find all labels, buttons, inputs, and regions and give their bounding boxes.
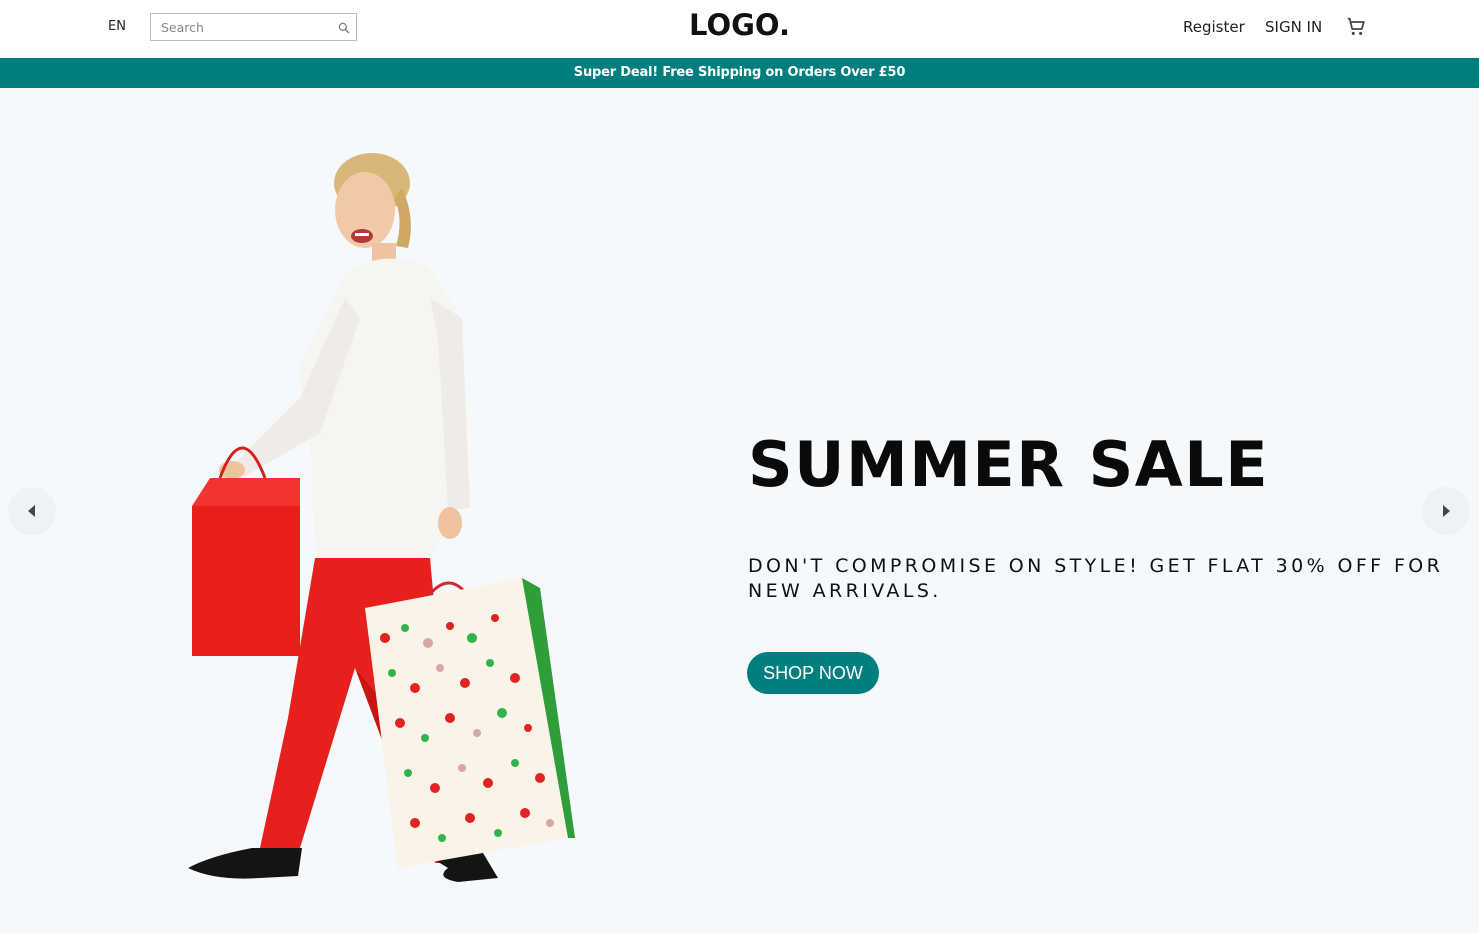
slide-description: DON'T COMPROMISE ON STYLE! GET FLAT 30% …	[748, 555, 1444, 602]
shopping-cart-icon[interactable]	[1345, 16, 1367, 38]
hero-woman-shopping-image	[188, 153, 575, 882]
arrow-left-icon	[28, 505, 35, 517]
signin-link[interactable]: SIGN IN	[1265, 18, 1322, 36]
arrow-right-icon	[1443, 505, 1450, 517]
slide-title: SUMMER SALE	[748, 428, 1270, 501]
logo[interactable]: LOGO.	[0, 8, 1479, 42]
navbar: EN LOGO. Register SIGN IN	[0, 0, 1479, 58]
slider-next-button[interactable]	[1422, 487, 1470, 535]
slider-prev-button[interactable]	[8, 487, 56, 535]
hero-slider: SUMMER SALE DON'T COMPROMISE ON STYLE! G…	[0, 88, 1479, 933]
shop-now-button[interactable]: SHOP NOW	[747, 652, 879, 694]
register-link[interactable]: Register	[1183, 18, 1245, 36]
announcement-bar: Super Deal! Free Shipping on Orders Over…	[0, 58, 1479, 88]
